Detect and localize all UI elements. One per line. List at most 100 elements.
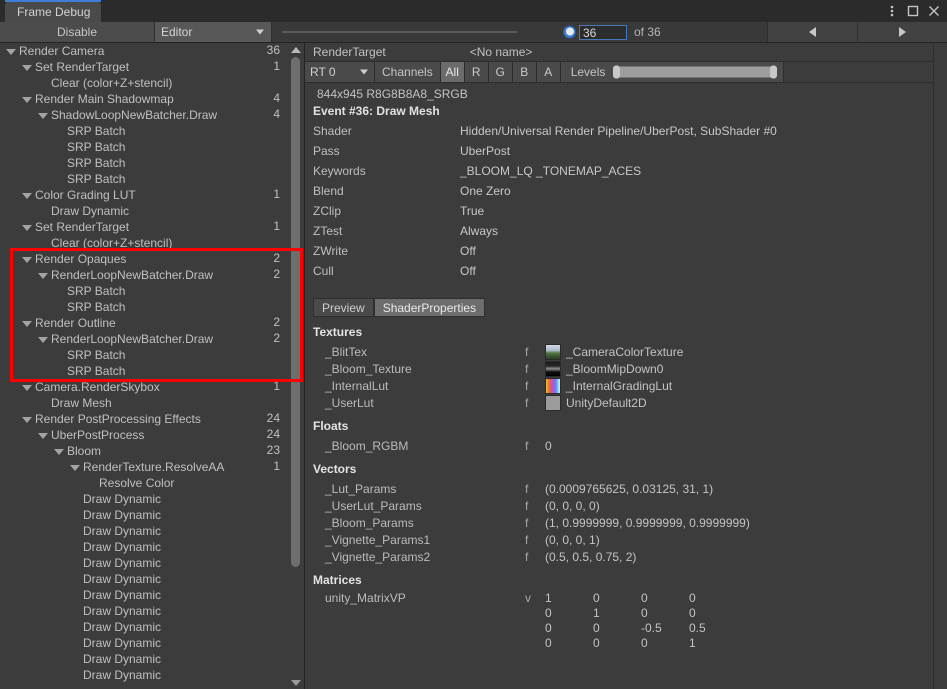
tree-row[interactable]: Draw Dynamic <box>0 539 304 555</box>
tree-row[interactable]: Draw Dynamic <box>0 491 304 507</box>
tree-row-label: SRP Batch <box>67 348 126 362</box>
channel-button-g[interactable]: G <box>488 62 513 82</box>
maximize-icon[interactable] <box>903 2 922 20</box>
tree-row[interactable]: Render PostProcessing Effects 24 <box>0 411 304 427</box>
tree-row[interactable]: Render Main Shadowmap 4 <box>0 91 304 107</box>
tree-expand-arrow-icon[interactable] <box>54 449 64 455</box>
tree-expand-arrow-icon[interactable] <box>22 385 32 391</box>
tree-expand-arrow-icon[interactable] <box>70 465 80 471</box>
event-slider-track[interactable] <box>282 31 517 33</box>
tree-row-label: Bloom <box>67 444 102 458</box>
tree-row[interactable]: Bloom 23 <box>0 443 304 459</box>
tree-row[interactable]: Set RenderTarget 1 <box>0 219 304 235</box>
tree-row-label: Set RenderTarget <box>35 220 130 234</box>
levels-slider-max-handle[interactable] <box>769 65 777 79</box>
tree-expand-arrow-icon[interactable] <box>22 193 32 199</box>
tree-row[interactable]: UberPostProcess 24 <box>0 427 304 443</box>
close-icon[interactable] <box>924 2 943 20</box>
channel-button-all[interactable]: All <box>440 62 465 82</box>
tree-row[interactable]: Render Camera 36 <box>0 43 304 59</box>
tree-row[interactable]: SRP Batch <box>0 299 304 315</box>
window-titlebar: Frame Debug <box>0 0 947 22</box>
tree-row[interactable]: SRP Batch <box>0 363 304 379</box>
tree-row[interactable]: Draw Dynamic <box>0 635 304 651</box>
frame-debug-body: Render Camera 36 Set RenderTarget 1 Clear (c… <box>0 43 947 689</box>
tree-expand-arrow-icon[interactable] <box>38 113 48 119</box>
tree-expand-arrow-icon[interactable] <box>22 257 32 263</box>
tree-row[interactable]: Clear (color+Z+stencil) <box>0 235 304 251</box>
event-tree-scrollbar[interactable] <box>288 43 303 689</box>
scroll-down-icon[interactable] <box>288 676 303 689</box>
tree-row-label: RenderLoopNewBatcher.Draw <box>51 332 214 346</box>
tree-row-count: 4 <box>273 107 280 121</box>
tab-preview[interactable]: Preview <box>313 298 374 317</box>
channel-button-r[interactable]: R <box>464 62 489 82</box>
tree-expand-arrow-icon[interactable] <box>38 337 48 343</box>
matrix-cell: 0 <box>689 591 696 605</box>
tree-expand-arrow-icon[interactable] <box>38 433 48 439</box>
tree-expand-arrow-icon[interactable] <box>38 273 48 279</box>
tab-frame-debug[interactable]: Frame Debug <box>5 2 102 22</box>
tree-row[interactable]: SRP Batch <box>0 139 304 155</box>
tree-row[interactable]: Set RenderTarget 1 <box>0 59 304 75</box>
tree-row[interactable]: Draw Dynamic <box>0 507 304 523</box>
tree-expand-arrow-icon[interactable] <box>6 49 16 55</box>
tree-expand-arrow-icon[interactable] <box>22 97 32 103</box>
tree-row[interactable]: Draw Dynamic <box>0 571 304 587</box>
tree-row-count: 1 <box>273 59 280 73</box>
tree-expand-arrow-icon[interactable] <box>22 225 32 231</box>
channel-button-b[interactable]: B <box>512 62 537 82</box>
shader-property-value: 0 <box>545 438 552 453</box>
tree-expand-arrow-icon[interactable] <box>22 321 32 327</box>
shader-property-value: UnityDefault2D <box>545 394 647 411</box>
tree-row[interactable]: Draw Dynamic <box>0 619 304 635</box>
tree-row[interactable]: SRP Batch <box>0 171 304 187</box>
levels-slider-min-handle[interactable] <box>613 65 621 79</box>
tree-row[interactable]: Resolve Color <box>0 475 304 491</box>
tree-row[interactable]: Draw Dynamic <box>0 523 304 539</box>
tree-row[interactable]: Render Outline 2 <box>0 315 304 331</box>
disable-button[interactable]: Disable <box>0 22 155 42</box>
tree-row[interactable]: RenderTexture.ResolveAA 1 <box>0 459 304 475</box>
scroll-up-icon[interactable] <box>288 43 303 56</box>
target-dropdown[interactable]: Editor <box>155 22 272 42</box>
prev-event-button[interactable] <box>767 22 857 42</box>
tree-row[interactable]: RenderLoopNewBatcher.Draw 2 <box>0 331 304 347</box>
tree-row[interactable]: SRP Batch <box>0 283 304 299</box>
event-index-input[interactable]: 36 <box>579 25 627 40</box>
tree-row[interactable]: ShadowLoopNewBatcher.Draw 4 <box>0 107 304 123</box>
shader-property-value: (0, 0, 0, 1) <box>545 532 600 547</box>
tree-row[interactable]: RenderLoopNewBatcher.Draw 2 <box>0 267 304 283</box>
tree-row[interactable]: Draw Dynamic <box>0 203 304 219</box>
tree-row[interactable]: Color Grading LUT 1 <box>0 187 304 203</box>
tree-row[interactable]: SRP Batch <box>0 155 304 171</box>
tab-shader-properties[interactable]: ShaderProperties <box>373 298 486 317</box>
kebab-menu-icon[interactable] <box>882 2 901 20</box>
next-event-button[interactable] <box>857 22 947 42</box>
tree-row[interactable]: Clear (color+Z+stencil) <box>0 75 304 91</box>
tree-row-label: Camera.RenderSkybox <box>35 380 160 394</box>
tree-row[interactable]: SRP Batch <box>0 123 304 139</box>
tree-row[interactable]: Draw Dynamic <box>0 651 304 667</box>
chevron-down-icon <box>256 29 264 35</box>
channel-button-a[interactable]: A <box>536 62 561 82</box>
tree-expand-arrow-icon[interactable] <box>22 65 32 71</box>
tree-row[interactable]: Draw Mesh <box>0 395 304 411</box>
tree-row-count: 24 <box>266 411 280 425</box>
tree-row[interactable]: Camera.RenderSkybox 1 <box>0 379 304 395</box>
detail-panel-scroll-area[interactable] <box>933 43 947 689</box>
tree-row[interactable]: Draw Dynamic <box>0 555 304 571</box>
event-tree-panel[interactable]: Render Camera 36 Set RenderTarget 1 Clear (c… <box>0 43 305 689</box>
tree-row[interactable]: Draw Dynamic <box>0 667 304 683</box>
tree-row[interactable]: Render Opaques 2 <box>0 251 304 267</box>
event-slider-knob[interactable] <box>563 25 576 39</box>
event-slider-area[interactable]: 36 of 36 <box>272 22 767 42</box>
tree-row[interactable]: SRP Batch <box>0 347 304 363</box>
tree-row[interactable]: Draw Dynamic <box>0 587 304 603</box>
tree-row[interactable]: Draw Dynamic <box>0 603 304 619</box>
tree-expand-arrow-icon[interactable] <box>22 417 32 423</box>
levels-slider[interactable] <box>613 62 783 82</box>
rt-select-dropdown[interactable]: RT 0 <box>305 62 375 82</box>
tree-row-count: 2 <box>273 315 280 329</box>
scrollbar-thumb[interactable] <box>291 57 300 567</box>
